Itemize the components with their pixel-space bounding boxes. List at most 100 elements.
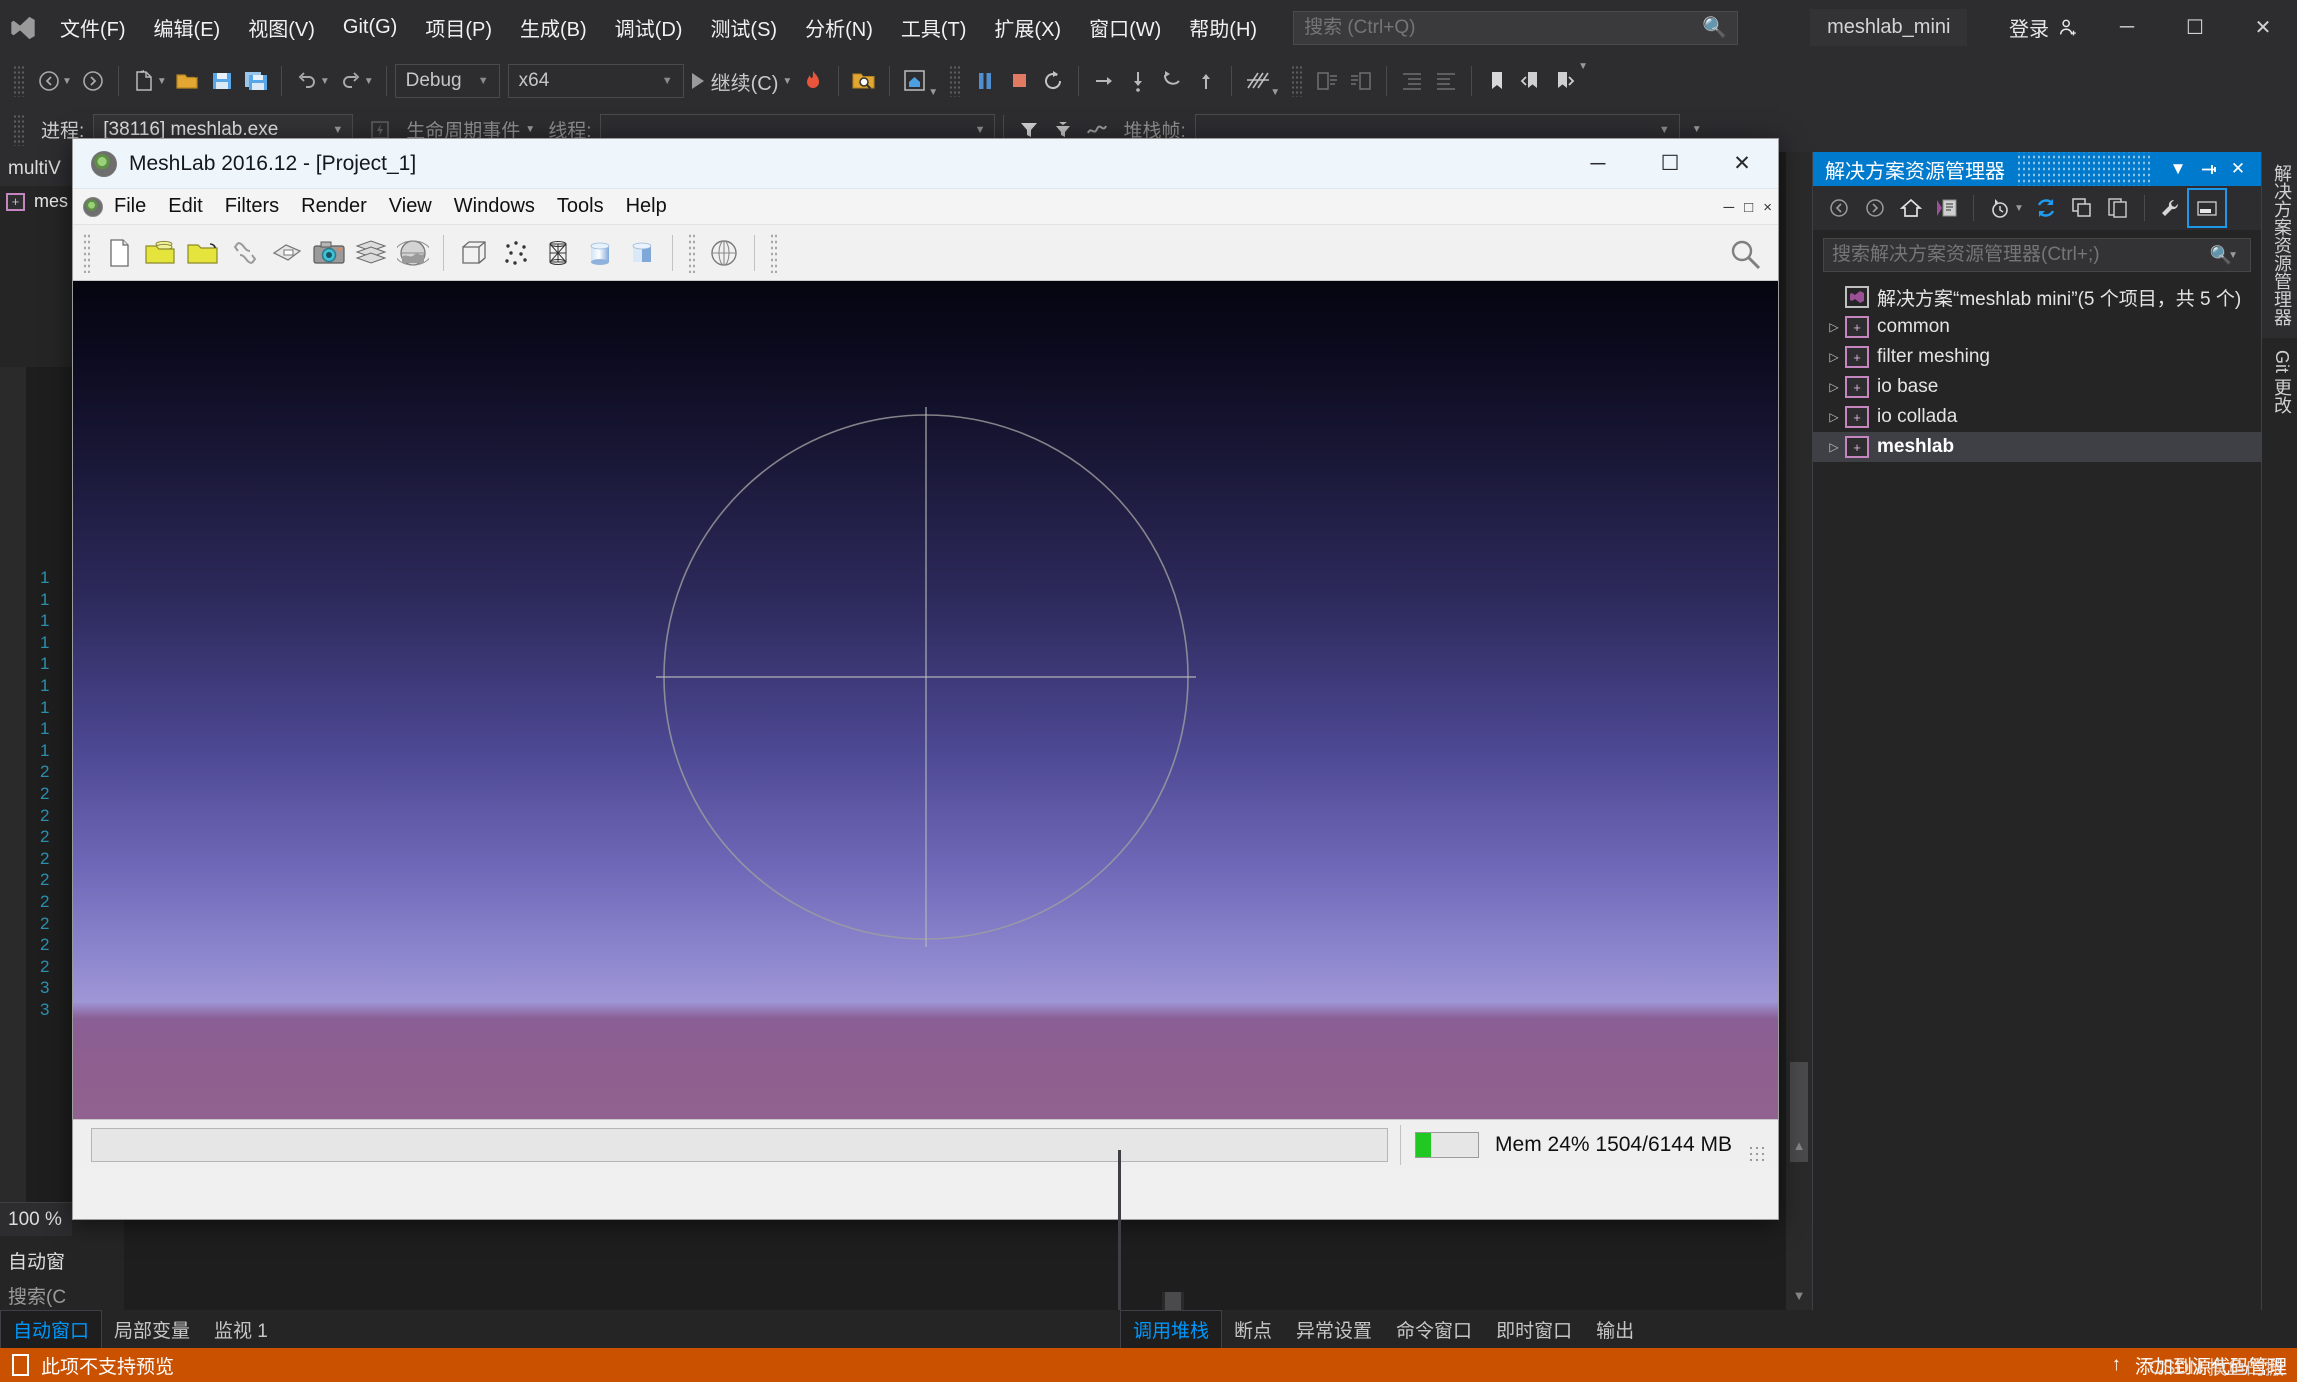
meshlab-close-button[interactable]: ✕ (1706, 139, 1778, 189)
pin-icon[interactable] (2193, 152, 2223, 186)
tree-item-solution[interactable]: 解决方案“meshlab mini”(5 个项目，共 5 个) (1813, 282, 2261, 312)
close-icon[interactable]: ✕ (2223, 152, 2253, 186)
home-icon[interactable] (1893, 190, 1929, 226)
undo-dropdown-icon[interactable]: ▼ (320, 76, 330, 87)
menu-debug[interactable]: 调试(D) (601, 0, 697, 55)
refresh-icon[interactable] (2028, 190, 2064, 226)
editor-vertical-scrollbar[interactable]: ▲ ▼ (1786, 152, 1812, 1310)
step-into-icon[interactable] (1121, 61, 1155, 101)
properties-icon[interactable] (2153, 190, 2189, 226)
bounding-box-icon[interactable] (453, 231, 495, 275)
meshlab-menu-edit[interactable]: Edit (157, 189, 213, 225)
tree-item-common[interactable]: ▷ + common (1813, 312, 2261, 342)
autos-window-tab[interactable]: 自动窗 (0, 1242, 72, 1278)
flat-lines-icon[interactable] (621, 231, 663, 275)
up-arrow-icon[interactable]: ↑ (2111, 1354, 2121, 1376)
menu-build[interactable]: 生成(B) (506, 0, 601, 55)
solution-explorer-search-box[interactable]: 🔍 ▼ (1823, 238, 2251, 272)
navigate-back-icon[interactable] (32, 61, 66, 101)
continue-dropdown-icon[interactable]: ▼ (782, 76, 792, 87)
tab-autos[interactable]: 自动窗口 (0, 1310, 103, 1348)
navigate-back-dropdown-icon[interactable]: ▼ (62, 76, 72, 87)
meshlab-menu-tools[interactable]: Tools (546, 189, 615, 225)
home-window-dropdown-icon[interactable]: ▼ (928, 87, 938, 98)
comment-icon[interactable] (1310, 61, 1344, 101)
layers-icon[interactable] (350, 231, 392, 275)
tab-watch-1[interactable]: 监视 1 (202, 1311, 280, 1348)
restart-icon[interactable] (1036, 61, 1070, 101)
navigate-forward-icon[interactable] (76, 61, 110, 101)
back-icon[interactable] (1821, 190, 1857, 226)
tab-breakpoints[interactable]: 断点 (1222, 1311, 1284, 1348)
meshlab-title-bar[interactable]: MeshLab 2016.12 - [Project_1] ─ ☐ ✕ (73, 139, 1778, 189)
snapshot-icon[interactable] (308, 231, 350, 275)
meshlab-mdi-icon[interactable] (83, 196, 103, 217)
forward-icon[interactable] (1857, 190, 1893, 226)
tree-item-meshlab[interactable]: ▷ + meshlab (1813, 432, 2261, 462)
meshlab-menu-filters[interactable]: Filters (214, 189, 290, 225)
editor-zoom-level[interactable]: 100 % (0, 1202, 72, 1236)
mdi-restore-button[interactable]: ─ (1724, 199, 1735, 216)
show-next-statement-icon[interactable] (1189, 61, 1223, 101)
open-project-icon[interactable] (140, 231, 182, 275)
meshlab-menu-windows[interactable]: Windows (443, 189, 546, 225)
vtab-solution-explorer[interactable]: 解决方案资源管理器 (2262, 152, 2297, 338)
save-all-icon[interactable] (239, 61, 273, 101)
history-dropdown-icon[interactable]: ▼ (2014, 203, 2024, 214)
redo-dropdown-icon[interactable]: ▼ (364, 76, 374, 87)
menu-window[interactable]: 窗口(W) (1075, 0, 1175, 55)
vs-search-input[interactable] (1304, 16, 1703, 39)
autos-search-input[interactable]: 搜索(C (0, 1278, 72, 1310)
expander-icon[interactable]: ▷ (1823, 320, 1845, 334)
menu-file[interactable]: 文件(F) (46, 0, 140, 55)
stop-icon[interactable] (1002, 61, 1036, 101)
menu-view[interactable]: 视图(V) (234, 0, 329, 55)
previous-bookmark-icon[interactable] (1514, 61, 1548, 101)
lifecycle-dropdown-icon[interactable]: ▼ (525, 124, 535, 135)
scroll-up-icon[interactable]: ▲ (1789, 1138, 1809, 1158)
meshlab-toolbar-grip[interactable] (688, 232, 697, 273)
menu-git[interactable]: Git(G) (329, 0, 411, 55)
undo-icon[interactable] (290, 61, 324, 101)
solution-platform-combo[interactable]: x64 ▼ (507, 64, 684, 98)
tab-exception-settings[interactable]: 异常设置 (1284, 1311, 1384, 1348)
hidden-lines-icon[interactable] (579, 231, 621, 275)
redo-icon[interactable] (334, 61, 368, 101)
collapse-all-icon[interactable] (2064, 190, 2100, 226)
uncomment-icon[interactable] (1344, 61, 1378, 101)
menu-project[interactable]: 项目(P) (411, 0, 506, 55)
tab-locals[interactable]: 局部变量 (102, 1311, 202, 1348)
bookmark-icon[interactable] (1480, 61, 1514, 101)
search-folder-icon[interactable] (847, 61, 881, 101)
globe-render-icon[interactable] (392, 231, 434, 275)
tab-call-stack[interactable]: 调用堆栈 (1120, 1310, 1223, 1348)
show-all-files-icon[interactable] (2100, 190, 2136, 226)
menu-extensions[interactable]: 扩展(X) (980, 0, 1075, 55)
mdi-maximize-button[interactable]: □ (1744, 199, 1753, 216)
chevron-down-icon[interactable]: ▼ (2228, 250, 2238, 261)
meshlab-toolbar-grip[interactable] (83, 232, 92, 273)
step-over-icon[interactable] (1087, 61, 1121, 101)
meshlab-menu-render[interactable]: Render (290, 189, 378, 225)
new-file-icon[interactable] (127, 61, 161, 101)
reload-icon[interactable] (224, 231, 266, 275)
step-out-icon[interactable] (1155, 61, 1189, 101)
continue-button[interactable]: 继续(C) (684, 67, 787, 96)
points-icon[interactable] (495, 231, 537, 275)
left-panel-tab[interactable]: multiV (0, 152, 72, 186)
expander-icon[interactable]: ▷ (1823, 380, 1845, 394)
left-panel-project-node[interactable]: + mes (0, 186, 72, 217)
chevron-down-icon[interactable]: ▼ (2163, 152, 2193, 186)
meshlab-gl-viewport[interactable] (73, 281, 1778, 1119)
toolbar-grip[interactable] (949, 65, 962, 97)
minimize-button[interactable]: ─ (2093, 0, 2161, 55)
trackball-icon[interactable] (703, 231, 745, 275)
scroll-down-icon[interactable]: ▼ (1789, 1288, 1809, 1308)
pause-icon[interactable] (968, 61, 1002, 101)
vs-search-box[interactable]: 🔍 (1293, 10, 1739, 45)
tree-item-filter-meshing[interactable]: ▷ + filter meshing (1813, 342, 2261, 372)
toolbar-grip[interactable] (1291, 65, 1304, 97)
meshlab-maximize-button[interactable]: ☐ (1634, 139, 1706, 189)
home-window-icon[interactable] (898, 61, 932, 101)
expander-icon[interactable]: ▷ (1823, 350, 1845, 364)
